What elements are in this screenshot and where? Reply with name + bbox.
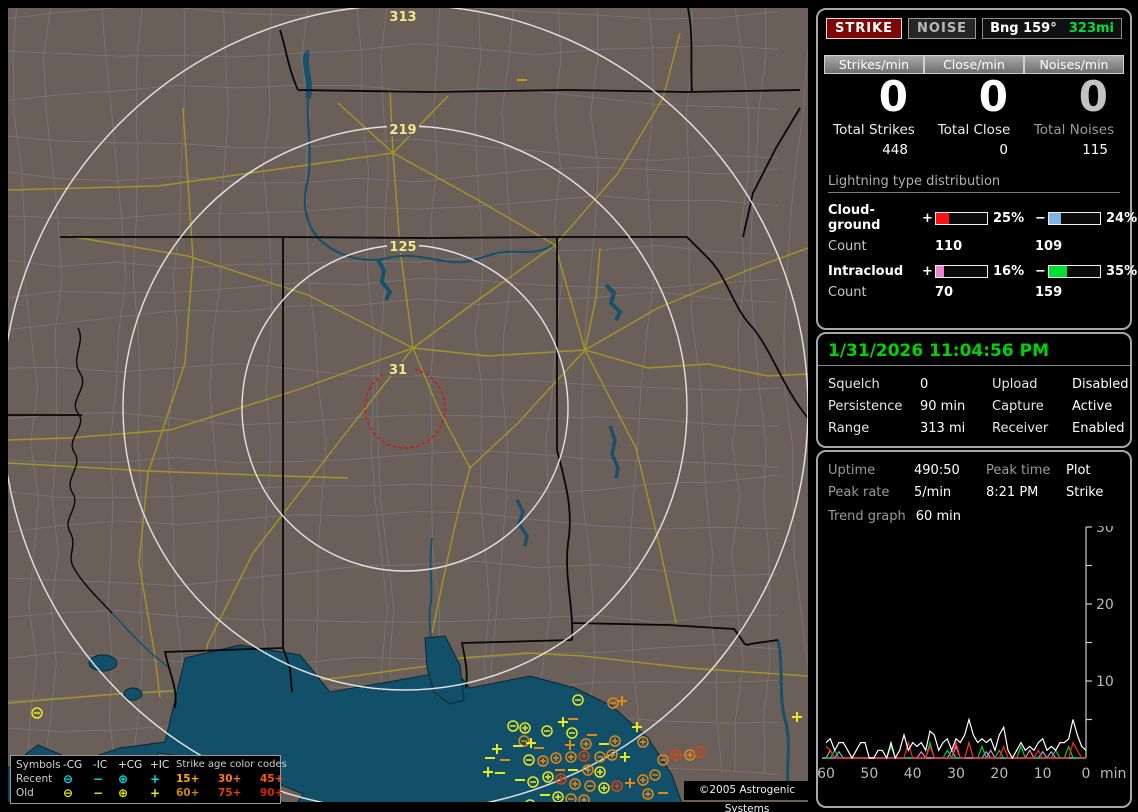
range-ring-label: 219: [389, 123, 416, 138]
legend-col-cg-neg: -CG: [63, 759, 83, 771]
map-canvas: 313 219 125 31: [8, 8, 808, 802]
trend-series-ic_pos: [825, 744, 1086, 759]
trend-panel: Uptime 490:50 Peak time Plot Peak rate 5…: [816, 450, 1132, 808]
bearing-value: Bng 159°: [990, 21, 1057, 36]
close-per-min-button[interactable]: Close/min: [924, 55, 1024, 74]
noises-per-min-value: 0: [1078, 72, 1108, 121]
upload-status: Disabled: [1072, 377, 1129, 392]
range-ring-label: 125: [389, 240, 416, 255]
strike-indicator-button[interactable]: STRIKE: [826, 18, 903, 39]
legend-col-cg-pos: +CG: [118, 759, 143, 771]
trend-window-value: 60 min: [915, 509, 961, 524]
legend-col-ic-neg: -IC: [93, 759, 108, 771]
intracloud-counts: Count 70 159: [818, 279, 1130, 300]
legend-row-recent: Recent ⊖ − ⊕ + 15+ 30+ 45+: [16, 772, 284, 786]
circle-minus-icon: ⊖: [63, 772, 74, 786]
datetime-display: 1/31/2026 11:04:56 PM: [818, 334, 1130, 366]
total-close-value: 0: [999, 142, 1008, 158]
persistence-value: 90 min: [920, 399, 966, 414]
circle-plus-icon: ⊕: [118, 786, 129, 800]
plot-type-value: Strike: [1066, 485, 1104, 500]
strikes-per-min-column: Strikes/min 0 Total Strikes 448: [824, 55, 924, 158]
trend-series-total: [825, 717, 1087, 760]
x-axis-unit-label: min: [1100, 766, 1126, 782]
uptime-value: 490:50: [914, 463, 960, 478]
x-axis-tick-label: 0: [1082, 766, 1091, 782]
cg-negative-bar: [1048, 211, 1101, 225]
copyright-label: ©2005 Astrogenic Systems: [684, 781, 810, 812]
total-noises-label: Total Noises: [1033, 122, 1115, 138]
legend-symbols-header: Symbols: [16, 759, 61, 771]
plot-label: Plot: [1066, 463, 1091, 478]
y-axis-tick-label: 10: [1096, 674, 1114, 690]
noises-per-min-button[interactable]: Noises/min: [1024, 55, 1124, 74]
peak-rate-value: 5/min: [914, 485, 952, 500]
minus-icon: −: [93, 772, 104, 786]
cg-negative-count: 109: [1035, 239, 1063, 254]
circle-plus-icon: ⊕: [118, 772, 129, 786]
x-axis-tick-label: 20: [990, 766, 1008, 782]
legend-row-old: Old ⊖ − ⊕ + 60+ 75+ 90+: [16, 786, 284, 800]
cloud-ground-counts: Count 110 109: [818, 233, 1130, 254]
range-ring-label: 313: [389, 10, 416, 25]
legend-col-ic-pos: +IC: [150, 759, 170, 771]
x-axis-tick-label: 50: [860, 766, 878, 782]
status-grid: Squelch 0 Upload Disabled Persistence 90…: [828, 377, 1129, 436]
peak-time-value: 8:21 PM: [986, 485, 1039, 500]
x-axis-tick-label: 60: [818, 766, 835, 782]
plus-icon: +: [150, 772, 161, 786]
trend-graph: 10 20 30 60 50 40 30 20 10 0 min: [818, 526, 1126, 782]
circle-minus-icon: ⊖: [63, 786, 74, 800]
cg-positive-bar: [935, 211, 988, 225]
lightning-map[interactable]: 313 219 125 31 Symbols -CG -IC +CG +IC Stri…: [8, 8, 810, 812]
x-axis-tick-label: 30: [947, 766, 965, 782]
ic-negative-pct: 35%: [1106, 264, 1138, 279]
ic-positive-count: 70: [935, 285, 954, 300]
intracloud-row: Intracloud + 16% − 35%: [818, 254, 1137, 279]
cg-positive-pct: 25%: [993, 210, 1025, 226]
total-close-label: Total Close: [937, 122, 1011, 138]
plus-icon: +: [150, 786, 161, 800]
noises-per-min-column: Noises/min 0 Total Noises 115: [1024, 55, 1124, 158]
ic-negative-bar: [1048, 265, 1101, 278]
squelch-value: 0: [920, 377, 929, 392]
cg-positive-count: 110: [935, 239, 963, 254]
noise-indicator-button[interactable]: NOISE: [908, 18, 977, 39]
total-noises-value: 115: [1082, 142, 1108, 158]
cloud-ground-row: Cloud-ground + 25% − 24%: [818, 193, 1137, 233]
distribution-title: Lightning type distribution: [828, 174, 1120, 193]
bearing-range-value: 323mi: [1068, 21, 1114, 36]
stats-grid: Uptime 490:50 Peak time Plot Peak rate 5…: [818, 452, 1130, 500]
ic-positive-bar: [935, 265, 988, 278]
y-axis-tick-label: 30: [1096, 526, 1114, 536]
ic-negative-count: 159: [1035, 285, 1063, 300]
cg-negative-pct: 24%: [1106, 210, 1138, 226]
receiver-status: Enabled: [1072, 421, 1125, 436]
total-strikes-value: 448: [882, 142, 908, 158]
strikes-per-min-button[interactable]: Strikes/min: [824, 55, 924, 74]
y-axis-tick-label: 20: [1096, 597, 1114, 613]
range-value: 313 mi: [920, 421, 966, 436]
total-strikes-label: Total Strikes: [833, 122, 915, 138]
legend-age-header: Strike age color codes: [176, 759, 287, 770]
app-window: 313 219 125 31 Symbols -CG -IC +CG +IC Stri…: [0, 0, 1138, 812]
bearing-display: Bng 159° 323mi: [982, 18, 1122, 39]
status-panel: 1/31/2026 11:04:56 PM Squelch 0 Upload D…: [816, 332, 1132, 448]
capture-status: Active: [1072, 399, 1113, 414]
close-per-min-column: Close/min 0 Total Close 0: [924, 55, 1024, 158]
trend-series-cg_neg: [826, 749, 1086, 759]
x-axis-tick-label: 10: [1034, 766, 1052, 782]
strike-legend: Symbols -CG -IC +CG +IC Strike age color…: [10, 755, 287, 804]
ic-positive-pct: 16%: [993, 264, 1025, 279]
x-axis-tick-label: 40: [904, 766, 922, 782]
close-per-min-value: 0: [978, 72, 1008, 121]
strikes-per-min-value: 0: [878, 72, 908, 121]
counters-panel: STRIKE NOISE Bng 159° 323mi Strikes/min …: [816, 8, 1137, 330]
minus-icon: −: [93, 786, 104, 800]
trend-graph-label: Trend graph: [828, 509, 906, 524]
range-ring-label: 31: [389, 363, 407, 378]
